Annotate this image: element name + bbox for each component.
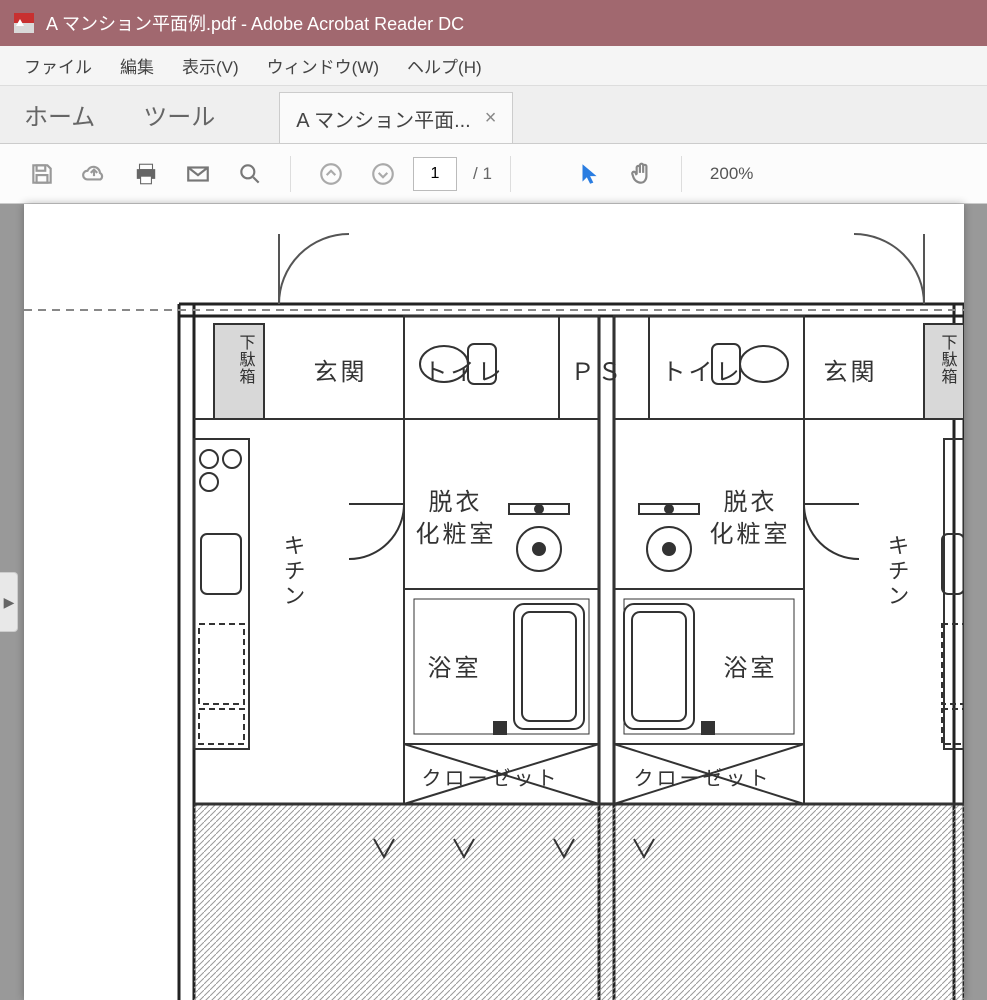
floorplan-drawing [24, 204, 964, 1000]
label-kitchen-right: キチン [880, 534, 912, 609]
label-datsui-left-2: 化粧室 [416, 514, 497, 549]
page-up-button[interactable] [309, 152, 353, 196]
hand-tool-button[interactable] [619, 152, 663, 196]
menu-edit[interactable]: 編集 [106, 47, 168, 84]
label-genkan-left: 玄関 [314, 352, 368, 387]
label-datsui-right-2: 化粧室 [710, 514, 791, 549]
toolbar-separator [290, 156, 291, 192]
email-button[interactable] [176, 152, 220, 196]
label-getabako-left: 下駄箱 [234, 334, 258, 385]
select-tool-button[interactable] [567, 152, 611, 196]
label-closet-left: クローゼット [422, 762, 560, 791]
menu-view[interactable]: 表示(V) [168, 47, 253, 84]
page-number-input[interactable] [413, 157, 457, 191]
label-bath-right: 浴室 [724, 648, 778, 683]
print-button[interactable] [124, 152, 168, 196]
pdf-page: 下駄箱 玄関 トイレ ＰＳ トイレ 玄関 下駄箱 脱衣 化粧室 脱衣 化粧室 浴… [24, 204, 964, 1000]
menu-window[interactable]: ウィンドウ(W) [253, 47, 393, 84]
titlebar: A マンション平面例.pdf - Adobe Acrobat Reader DC [0, 0, 987, 46]
label-datsui-left-1: 脱衣 [429, 482, 483, 517]
toolbar-separator-2 [510, 156, 511, 192]
label-datsui-right-1: 脱衣 [724, 482, 778, 517]
label-bath-left: 浴室 [428, 648, 482, 683]
label-ps: ＰＳ [571, 352, 625, 387]
sidebar-expand-button[interactable]: ▶ [0, 572, 18, 632]
zoom-level-label[interactable]: 200% [710, 164, 753, 184]
search-button[interactable] [228, 152, 272, 196]
toolbar-separator-3 [681, 156, 682, 192]
tab-document-label: A マンション平面... [296, 104, 470, 133]
label-toilet-right: トイレ [662, 352, 743, 387]
window-title: A マンション平面例.pdf - Adobe Acrobat Reader DC [46, 10, 464, 36]
tab-home[interactable]: ホーム [0, 86, 119, 143]
label-kitchen-left: キチン [276, 534, 308, 609]
page-down-button[interactable] [361, 152, 405, 196]
menubar: ファイル 編集 表示(V) ウィンドウ(W) ヘルプ(H) [0, 46, 987, 86]
tabbar: ホーム ツール A マンション平面... × [0, 86, 987, 144]
toolbar: / 1 200% [0, 144, 987, 204]
label-closet-right: クローゼット [634, 762, 772, 791]
label-toilet-left: トイレ [424, 352, 505, 387]
document-viewport[interactable]: ▶ [0, 204, 987, 1000]
tab-close-button[interactable]: × [485, 107, 497, 130]
menu-help[interactable]: ヘルプ(H) [393, 47, 496, 84]
pdf-icon [12, 11, 36, 35]
page-total-label: / 1 [473, 164, 492, 184]
tab-document[interactable]: A マンション平面... × [279, 92, 513, 143]
menu-file[interactable]: ファイル [10, 47, 106, 84]
cloud-upload-button[interactable] [72, 152, 116, 196]
label-genkan-right: 玄関 [824, 352, 878, 387]
label-getabako-right: 下駄箱 [936, 334, 960, 385]
save-button[interactable] [20, 152, 64, 196]
tab-tools[interactable]: ツール [119, 86, 239, 143]
